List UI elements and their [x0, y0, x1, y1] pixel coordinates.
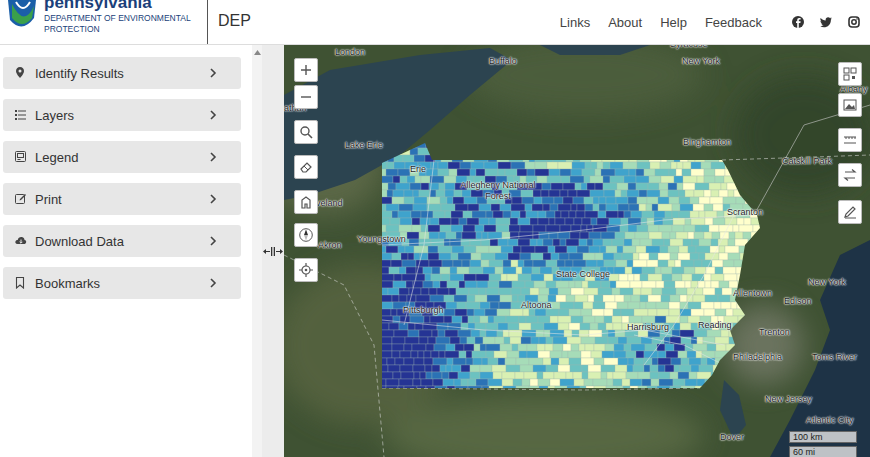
map-view[interactable]: LondonBuffaloSyracuseNew YorkAlbanyathan…	[284, 45, 870, 457]
map-tool-button[interactable]	[838, 93, 862, 117]
legend-icon	[15, 151, 27, 163]
search-icon	[299, 125, 313, 139]
map-label: veland	[316, 198, 343, 209]
sidebar-item[interactable]: Bookmarks	[3, 267, 241, 299]
chevron-right-icon	[209, 110, 217, 120]
map-tool-button[interactable]	[294, 155, 318, 179]
header: pennsylvaniaDEPARTMENT OF ENVIRONMENTALP…	[0, 0, 870, 45]
map-tool-button[interactable]	[838, 200, 862, 224]
map-label: Edison	[784, 296, 812, 307]
map-label: Lake Erie	[345, 140, 383, 151]
swipe-icon	[843, 168, 857, 182]
print-icon	[15, 193, 27, 205]
map-marker-icon	[15, 67, 27, 79]
app-title: DEP	[208, 0, 251, 44]
map-label: Reading	[698, 320, 732, 331]
basemap-icon	[843, 98, 857, 112]
social-links	[792, 16, 860, 28]
panel-divider[interactable]	[262, 45, 284, 457]
map-label: Toms River	[812, 352, 857, 363]
map-label: Akron	[318, 240, 342, 251]
map-tool-button[interactable]	[838, 62, 862, 86]
keystone-logo-icon	[4, 0, 40, 34]
map-label: State College	[556, 269, 610, 280]
twitter-icon[interactable]	[820, 16, 832, 28]
nav-link[interactable]: Feedback	[703, 13, 764, 32]
measure-icon	[843, 133, 857, 147]
map-tool-button[interactable]	[294, 223, 318, 247]
instagram-icon[interactable]	[848, 16, 860, 28]
nav-bar: Links About Help Feedback	[558, 0, 870, 44]
chevron-right-icon	[209, 236, 217, 246]
locate-icon	[299, 263, 313, 277]
map-label: Allentown	[733, 288, 772, 299]
side-panel: Identify Results Layers Legend Print Downloa…	[0, 45, 252, 457]
scale-bar: 60 mi	[789, 446, 857, 457]
map-label: Pittsburgh	[403, 305, 444, 316]
main-area: Identify Results Layers Legend Print Downloa…	[0, 45, 870, 457]
map-label: New York	[808, 277, 846, 288]
map-label: Youngstown	[357, 234, 406, 245]
map-label: Philadelphia	[733, 352, 782, 363]
map-label: London	[335, 47, 365, 58]
eraser-icon	[299, 160, 313, 174]
map-label: Erie	[410, 164, 426, 175]
home-icon	[299, 195, 313, 209]
list-icon	[15, 109, 27, 121]
map-label: Atlantic City	[806, 415, 854, 426]
header-separator	[207, 0, 208, 44]
chevron-right-icon	[209, 152, 217, 162]
qr-code-icon	[843, 67, 857, 81]
sidebar-item[interactable]: Legend	[3, 141, 241, 173]
map-tool-button[interactable]	[294, 190, 318, 214]
chevron-right-icon	[209, 68, 217, 78]
map-label: Allegheny National Forest	[458, 180, 538, 202]
map-label: Catskill Park	[782, 156, 832, 167]
sidebar-item[interactable]: Layers	[3, 99, 241, 131]
nav-link[interactable]: Links	[558, 13, 592, 32]
facebook-icon[interactable]	[792, 16, 804, 28]
map-label: Altoona	[521, 300, 552, 311]
map-tool-button[interactable]	[838, 163, 862, 187]
nav-link[interactable]: About	[606, 13, 644, 32]
map-label: Buffalo	[489, 56, 517, 67]
scale-bar: 100 km	[789, 431, 857, 443]
sidebar-item[interactable]: Download Data	[3, 225, 241, 257]
nav-link[interactable]: Help	[658, 13, 689, 32]
map-label: Syracuse	[670, 45, 708, 50]
map-tool-button[interactable]	[294, 58, 318, 82]
scroll-up-icon[interactable]	[254, 50, 261, 55]
zoom-out-icon	[299, 90, 313, 104]
map-tool-button[interactable]	[838, 128, 862, 152]
map-label: New York	[682, 56, 720, 67]
chevron-right-icon	[209, 278, 217, 288]
agency-logo[interactable]: pennsylvaniaDEPARTMENT OF ENVIRONMENTALP…	[0, 0, 207, 44]
sidebar-item[interactable]: Identify Results	[3, 57, 241, 89]
map-label: Binghamton	[683, 137, 731, 148]
resize-handle-icon[interactable]	[263, 247, 283, 256]
map-label: New Jersey	[765, 394, 812, 405]
map-tool-button[interactable]	[294, 258, 318, 282]
panel-scrollbar[interactable]	[252, 45, 262, 457]
map-label: Dover	[720, 432, 744, 443]
map-label: Scranton	[727, 207, 763, 218]
draw-icon	[843, 205, 857, 219]
map-tool-button[interactable]	[294, 120, 318, 144]
bookmark-icon	[15, 277, 27, 289]
sidebar-item[interactable]: Print	[3, 183, 241, 215]
compass-icon	[299, 228, 313, 242]
map-tool-button[interactable]	[294, 85, 318, 109]
chevron-right-icon	[209, 194, 217, 204]
map-label: Harrisburg	[627, 322, 669, 333]
map-label: Trenton	[759, 327, 790, 338]
zoom-in-icon	[299, 63, 313, 77]
cloud-download-icon	[15, 235, 27, 247]
